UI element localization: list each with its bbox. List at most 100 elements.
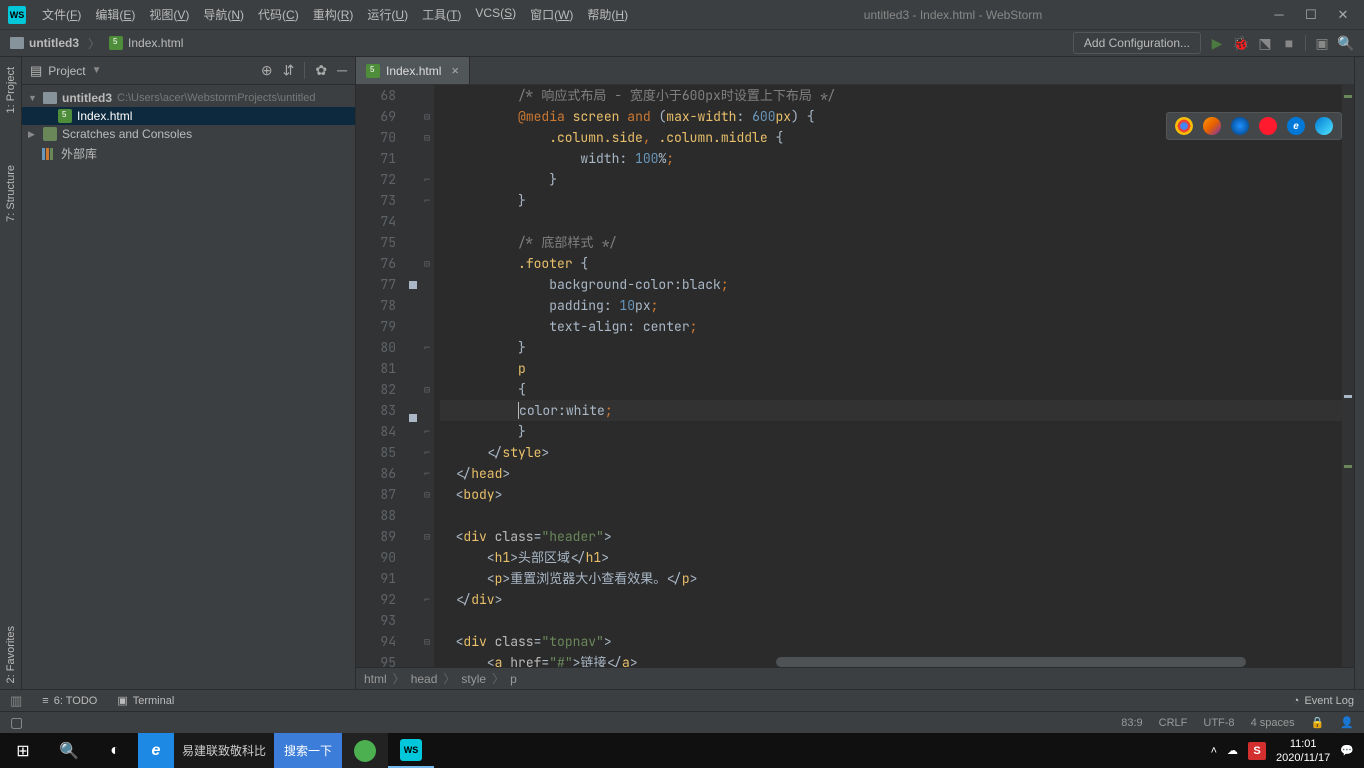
search-icon[interactable]: 🔍 [46, 733, 92, 768]
inspector-icon[interactable]: 👤 [1340, 716, 1354, 729]
project-panel-title: Project [48, 64, 85, 78]
layout-icon[interactable]: ▣ [1314, 35, 1330, 51]
maximize-button[interactable]: ☐ [1304, 8, 1318, 22]
chrome-icon[interactable] [1175, 117, 1193, 135]
bottom-tool-strip: ▥ ≡6: TODO ▣Terminal ◔Event Log [0, 689, 1364, 711]
cursor-position[interactable]: 83:9 [1121, 717, 1142, 729]
titlebar: WS 文件(F)编辑(E)视图(V)导航(N)代码(C)重构(R)运行(U)工具… [0, 0, 1364, 29]
tool-window-icon[interactable]: ▥ [10, 693, 22, 709]
tray-chevron-icon[interactable]: ˄ [1211, 745, 1217, 757]
webstorm-taskbar-icon[interactable]: WS [388, 733, 434, 768]
todo-tool-button[interactable]: ≡6: TODO [42, 695, 97, 707]
close-button[interactable]: ✕ [1336, 8, 1350, 22]
settings-icon[interactable]: ✿ [315, 62, 327, 79]
expand-icon[interactable]: ⇵ [283, 62, 295, 79]
right-gutter [1354, 57, 1364, 689]
edge-icon[interactable] [1315, 117, 1333, 135]
horizontal-scrollbar[interactable] [776, 657, 1246, 667]
code-area[interactable]: 6869707172737475767778798081828384858687… [356, 85, 1354, 667]
search-icon[interactable]: 🔍 [1338, 35, 1354, 51]
tab-index-html[interactable]: Index.html × [356, 57, 470, 84]
onedrive-icon[interactable]: ☁ [1227, 744, 1238, 757]
app-360-icon[interactable] [342, 733, 388, 768]
tree-root[interactable]: ▼ untitled3 C:\Users\acer\WebstormProjec… [22, 89, 355, 107]
menu-帮助(H)[interactable]: 帮助(H) [581, 3, 634, 26]
line-numbers: 6869707172737475767778798081828384858687… [356, 85, 406, 667]
navigation-bar: untitled3 〉 Index.html Add Configuration… [0, 29, 1364, 57]
window-title: untitled3 - Index.html - WebStorm [634, 8, 1272, 22]
menu-运行(U)[interactable]: 运行(U) [361, 3, 414, 26]
stop-icon[interactable]: ■ [1281, 35, 1297, 51]
menu-编辑(E)[interactable]: 编辑(E) [89, 3, 141, 26]
taskbar-search[interactable]: e 易建联致敬科比 搜索一下 [138, 733, 342, 768]
browser-preview-bar: e [1166, 112, 1342, 140]
editor: Index.html × 686970717273747576777879808… [356, 57, 1354, 689]
readonly-icon[interactable]: 🔒 [1311, 716, 1325, 729]
breadcrumb-project: untitled3 [29, 36, 79, 50]
html-file-icon [109, 36, 123, 50]
windows-taskbar: ⊞ 🔍 ◐ e 易建联致敬科比 搜索一下 WS ˄ ☁ S 11:01 2020… [0, 733, 1364, 768]
bc-style[interactable]: style [461, 672, 486, 686]
cortana-icon[interactable]: ◐ [92, 733, 138, 768]
start-button[interactable]: ⊞ [0, 733, 46, 768]
status-icon[interactable]: ▢ [10, 714, 23, 731]
breadcrumb[interactable]: untitled3 〉 Index.html [10, 35, 183, 52]
locate-icon[interactable]: ⊕ [261, 62, 273, 79]
editor-tabs: Index.html × [356, 57, 1354, 85]
menu-代码(C)[interactable]: 代码(C) [252, 3, 305, 26]
folder-icon [43, 92, 57, 104]
opera-icon[interactable] [1259, 117, 1277, 135]
minimize-button[interactable]: ─ [1272, 8, 1286, 22]
menu-窗口(W)[interactable]: 窗口(W) [524, 3, 579, 26]
tree-external-libs[interactable]: 外部库 [22, 143, 355, 164]
add-configuration-button[interactable]: Add Configuration... [1073, 32, 1201, 54]
project-panel: ▤ Project ▼ ⊕ ⇵ ✿ ─ ▼ untitled3 C:\Users… [22, 57, 356, 689]
scratches-icon [43, 127, 57, 141]
project-tree[interactable]: ▼ untitled3 C:\Users\acer\WebstormProjec… [22, 85, 355, 168]
menu-重构(R)[interactable]: 重构(R) [307, 3, 360, 26]
html-file-icon [366, 64, 380, 78]
notifications-icon[interactable]: 💬 [1340, 744, 1354, 757]
coverage-icon[interactable]: ⬔ [1257, 35, 1273, 51]
debug-icon[interactable]: 🐞 [1233, 35, 1249, 51]
run-icon[interactable]: ▶ [1209, 35, 1225, 51]
structure-tool-button[interactable]: 7: Structure [5, 159, 17, 228]
menu-导航(N)[interactable]: 导航(N) [197, 3, 250, 26]
webstorm-logo-icon: WS [8, 6, 26, 24]
window-controls: ─ ☐ ✕ [1272, 8, 1356, 22]
safari-icon[interactable] [1231, 117, 1249, 135]
terminal-tool-button[interactable]: ▣Terminal [117, 694, 174, 707]
menu-视图(V)[interactable]: 视图(V) [143, 3, 195, 26]
tree-scratches[interactable]: ▶ Scratches and Consoles [22, 125, 355, 143]
code-content[interactable]: /* 响应式布局 - 宽度小于600px时设置上下布局 */ @media sc… [434, 85, 1354, 667]
favorites-tool-button[interactable]: 2: Favorites [5, 620, 17, 689]
ie-icon[interactable]: e [1287, 117, 1305, 135]
ie-taskbar-icon[interactable]: e [138, 733, 174, 768]
menu-VCS(S)[interactable]: VCS(S) [469, 3, 522, 26]
close-tab-icon[interactable]: × [451, 63, 459, 78]
code-breadcrumbs[interactable]: html〉head〉style〉p [356, 667, 1354, 689]
main-area: 1: Project 7: Structure 2: Favorites ▤ P… [0, 57, 1364, 689]
menu-文件(F)[interactable]: 文件(F) [36, 3, 87, 26]
ime-icon[interactable]: S [1248, 742, 1266, 760]
clock[interactable]: 11:01 2020/11/17 [1276, 737, 1330, 765]
hide-icon[interactable]: ─ [337, 62, 347, 79]
left-tool-gutter: 1: Project 7: Structure 2: Favorites [0, 57, 22, 689]
menu-工具(T)[interactable]: 工具(T) [416, 3, 467, 26]
line-separator[interactable]: CRLF [1159, 717, 1188, 729]
firefox-icon[interactable] [1203, 117, 1221, 135]
bc-p[interactable]: p [510, 672, 517, 686]
project-tool-button[interactable]: 1: Project [5, 61, 17, 119]
bc-head[interactable]: head [411, 672, 438, 686]
folder-icon [10, 37, 24, 49]
fold-gutter[interactable]: ⊟⊟⌐⌐⊟⌐⊟⌐⌐⌐⊟⊟⌐⊟ [420, 85, 434, 667]
overview-ruler[interactable] [1342, 85, 1354, 667]
encoding[interactable]: UTF-8 [1203, 717, 1234, 729]
system-tray: ˄ ☁ S 11:01 2020/11/17 💬 [1211, 737, 1364, 765]
indent[interactable]: 4 spaces [1251, 717, 1295, 729]
event-log-button[interactable]: ◔Event Log [1293, 695, 1354, 707]
search-button[interactable]: 搜索一下 [274, 733, 342, 768]
html-file-icon [58, 109, 72, 123]
tree-file-index[interactable]: Index.html [22, 107, 355, 125]
bc-html[interactable]: html [364, 672, 387, 686]
